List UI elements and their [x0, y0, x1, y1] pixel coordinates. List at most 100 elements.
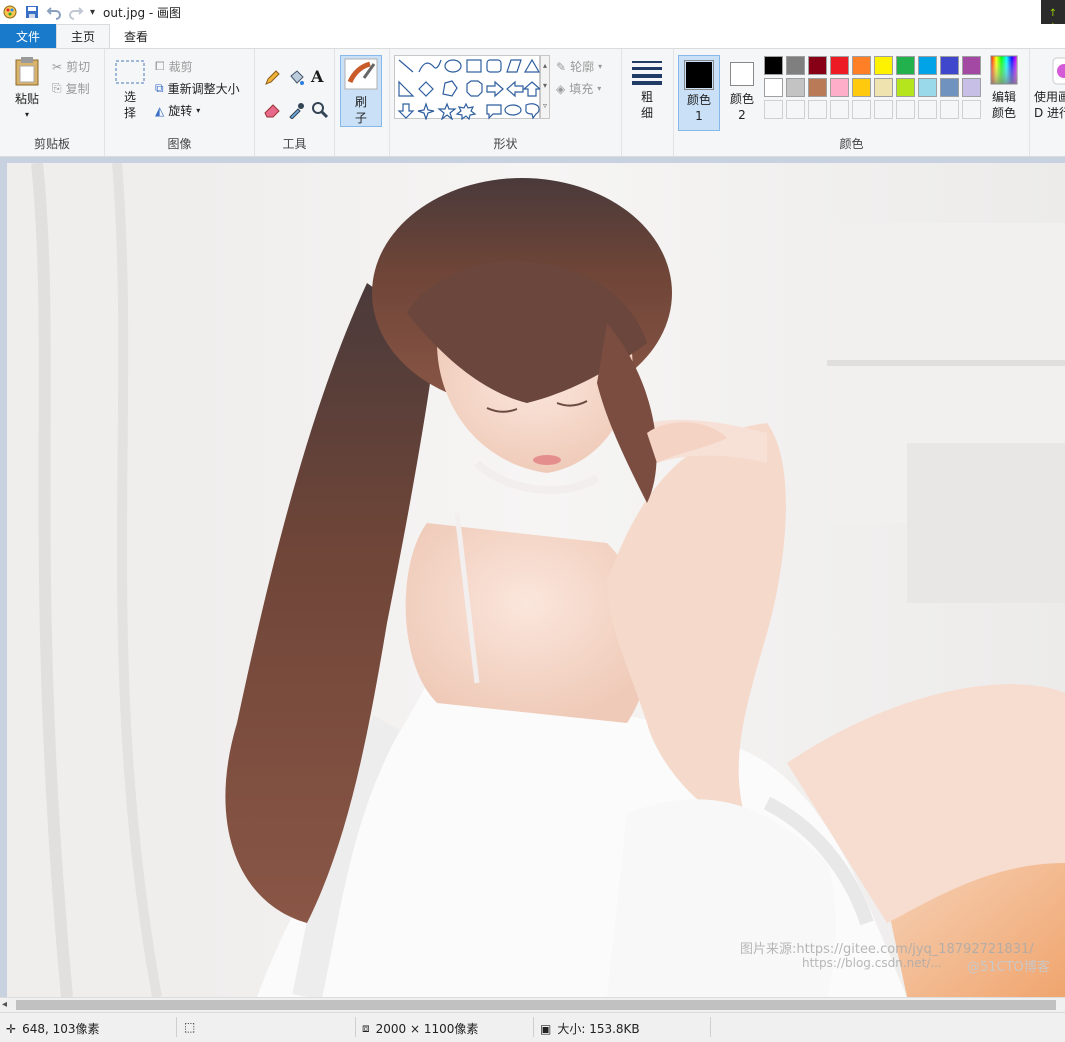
color-swatch[interactable] — [940, 56, 959, 75]
paste-button[interactable]: 粘贴 ▾ — [8, 55, 46, 127]
text-tool-icon[interactable]: A — [311, 67, 323, 86]
pencil-icon[interactable] — [263, 69, 281, 90]
color-swatch[interactable] — [962, 56, 981, 75]
scrollbar-thumb[interactable] — [16, 1000, 1056, 1010]
color-picker-icon[interactable] — [287, 101, 305, 122]
color2-label: 颜色 2 — [729, 92, 754, 122]
empty-color-swatch[interactable] — [874, 100, 893, 119]
customize-toolbar-icon[interactable]: ▾ — [90, 7, 95, 18]
paint3d-group: 使用画 D 进行 — [1030, 49, 1065, 156]
color-swatch[interactable] — [830, 78, 849, 97]
outline-label: 轮廓 — [570, 60, 595, 74]
brushes-button[interactable]: 刷子 — [340, 55, 382, 127]
fill-icon: ◈ — [556, 81, 566, 96]
copy-button[interactable]: ⎘ 复制 — [52, 80, 90, 97]
crosshair-icon: ✛ — [6, 1021, 17, 1036]
crop-icon: ⧠ — [155, 59, 165, 73]
color-swatch[interactable] — [786, 56, 805, 75]
crop-button[interactable]: ⧠ 裁剪 — [155, 58, 193, 75]
color-swatch[interactable] — [874, 78, 893, 97]
empty-color-swatch[interactable] — [764, 100, 783, 119]
color-swatch[interactable] — [896, 78, 915, 97]
empty-color-swatch[interactable] — [918, 100, 937, 119]
empty-color-swatch[interactable] — [852, 100, 871, 119]
paint3d-button[interactable]: 使用画 D 进行 — [1034, 57, 1065, 133]
color-swatch[interactable] — [830, 56, 849, 75]
file-size-text: 大小: 153.8KB — [557, 1022, 640, 1036]
color1-label: 颜色 1 — [686, 93, 711, 123]
tab-view[interactable]: 查看 — [110, 24, 162, 48]
eraser-icon[interactable] — [263, 101, 281, 122]
chevron-down-icon: ▾ — [542, 81, 547, 90]
color-swatch[interactable] — [808, 78, 827, 97]
select-button[interactable]: 选择 — [111, 59, 149, 129]
undo-icon[interactable] — [46, 4, 62, 20]
tab-file[interactable]: 文件 — [0, 24, 56, 48]
color1-button[interactable]: 颜色 1 — [678, 55, 720, 131]
color2-button[interactable]: 颜色 2 — [724, 55, 760, 131]
fill-bucket-icon[interactable] — [287, 69, 305, 90]
image-group-label: 图像 — [167, 137, 192, 151]
color-swatch[interactable] — [962, 78, 981, 97]
ribbon: 粘贴 ▾ ✂ 剪切 ⎘ 复制 剪贴板 选择 ⧠ 裁剪 ⧉ 重新调整大小 ◭ 旋转… — [0, 48, 1065, 157]
cut-button[interactable]: ✂ 剪切 — [52, 58, 90, 75]
ribbon-tabs: 文件 主页 查看 — [0, 24, 1065, 48]
color-swatch[interactable] — [918, 78, 937, 97]
arrow-up-icon: ↑ — [1048, 8, 1058, 19]
empty-color-swatch[interactable] — [808, 100, 827, 119]
shapes-group: ▴ ▾ ▿ ✎ 轮廓 ▾ ◈ 填充 ▾ 形状 — [390, 49, 622, 156]
chevron-down-icon: ▾ — [196, 106, 201, 115]
outline-button[interactable]: ✎ 轮廓 ▾ — [556, 58, 602, 75]
redo-icon[interactable] — [68, 4, 84, 20]
paint3d-label-1: 使用画 — [1034, 90, 1065, 104]
size-label: 粗细 — [640, 90, 653, 120]
rotate-button[interactable]: ◭ 旋转 ▾ — [155, 102, 200, 119]
color-swatch[interactable] — [808, 56, 827, 75]
chevron-down-icon: ▾ — [598, 62, 603, 71]
color1-swatch — [684, 60, 714, 90]
image-dimensions-text: 2000 × 1100像素 — [375, 1022, 479, 1036]
cursor-position-text: 648, 103像素 — [22, 1022, 100, 1036]
color-swatch[interactable] — [874, 56, 893, 75]
shapes-gallery-scroll[interactable]: ▴ ▾ ▿ — [540, 55, 550, 119]
color-swatch[interactable] — [918, 56, 937, 75]
watermark-blog: https://blog.csdn.net/... — [802, 956, 942, 970]
fill-button[interactable]: ◈ 填充 ▾ — [556, 80, 601, 97]
edit-colors-label: 编辑颜色 — [991, 90, 1016, 120]
size-button[interactable]: 粗细 — [628, 59, 666, 131]
resize-button[interactable]: ⧉ 重新调整大小 — [155, 80, 240, 97]
color-swatch[interactable] — [764, 56, 783, 75]
image-canvas[interactable]: 图片来源:https://gitee.com/jyq_18792721831/ … — [7, 163, 1065, 997]
color-swatch[interactable] — [786, 78, 805, 97]
color-swatch[interactable] — [896, 56, 915, 75]
empty-color-swatch[interactable] — [830, 100, 849, 119]
magnifier-icon[interactable] — [311, 101, 329, 122]
cut-label: 剪切 — [66, 60, 91, 74]
color-swatch[interactable] — [852, 56, 871, 75]
edit-colors-button[interactable]: 编辑颜色 — [984, 55, 1024, 131]
scroll-left-icon[interactable]: ◂ — [2, 999, 7, 1010]
shapes-gallery-icons — [397, 58, 542, 121]
empty-color-swatch[interactable] — [896, 100, 915, 119]
paint-app-icon[interactable] — [2, 4, 18, 20]
color-swatch[interactable] — [852, 78, 871, 97]
shapes-gallery[interactable] — [394, 55, 542, 121]
resize-icon: ⧉ — [155, 81, 164, 95]
empty-color-swatch[interactable] — [940, 100, 959, 119]
horizontal-scrollbar[interactable]: ◂ — [0, 997, 1065, 1012]
watermark-51cto: @51CTO博客 — [967, 960, 1050, 975]
empty-color-swatch[interactable] — [962, 100, 981, 119]
color-swatch[interactable] — [764, 78, 783, 97]
photo-image — [7, 163, 1065, 997]
select-label: 选择 — [123, 90, 136, 120]
empty-color-swatch[interactable] — [786, 100, 805, 119]
save-icon[interactable] — [24, 4, 40, 20]
tab-home[interactable]: 主页 — [56, 24, 111, 48]
paint3d-label-2: D 进行 — [1034, 106, 1065, 120]
rainbow-palette-icon — [990, 55, 1018, 89]
color-swatch[interactable] — [940, 78, 959, 97]
image-dimensions: ⧈ 2000 × 1100像素 — [362, 1020, 478, 1037]
tools-group: A 工具 — [255, 49, 335, 156]
clipboard-group-label: 剪贴板 — [33, 137, 70, 151]
shapes-group-label: 形状 — [493, 137, 518, 151]
